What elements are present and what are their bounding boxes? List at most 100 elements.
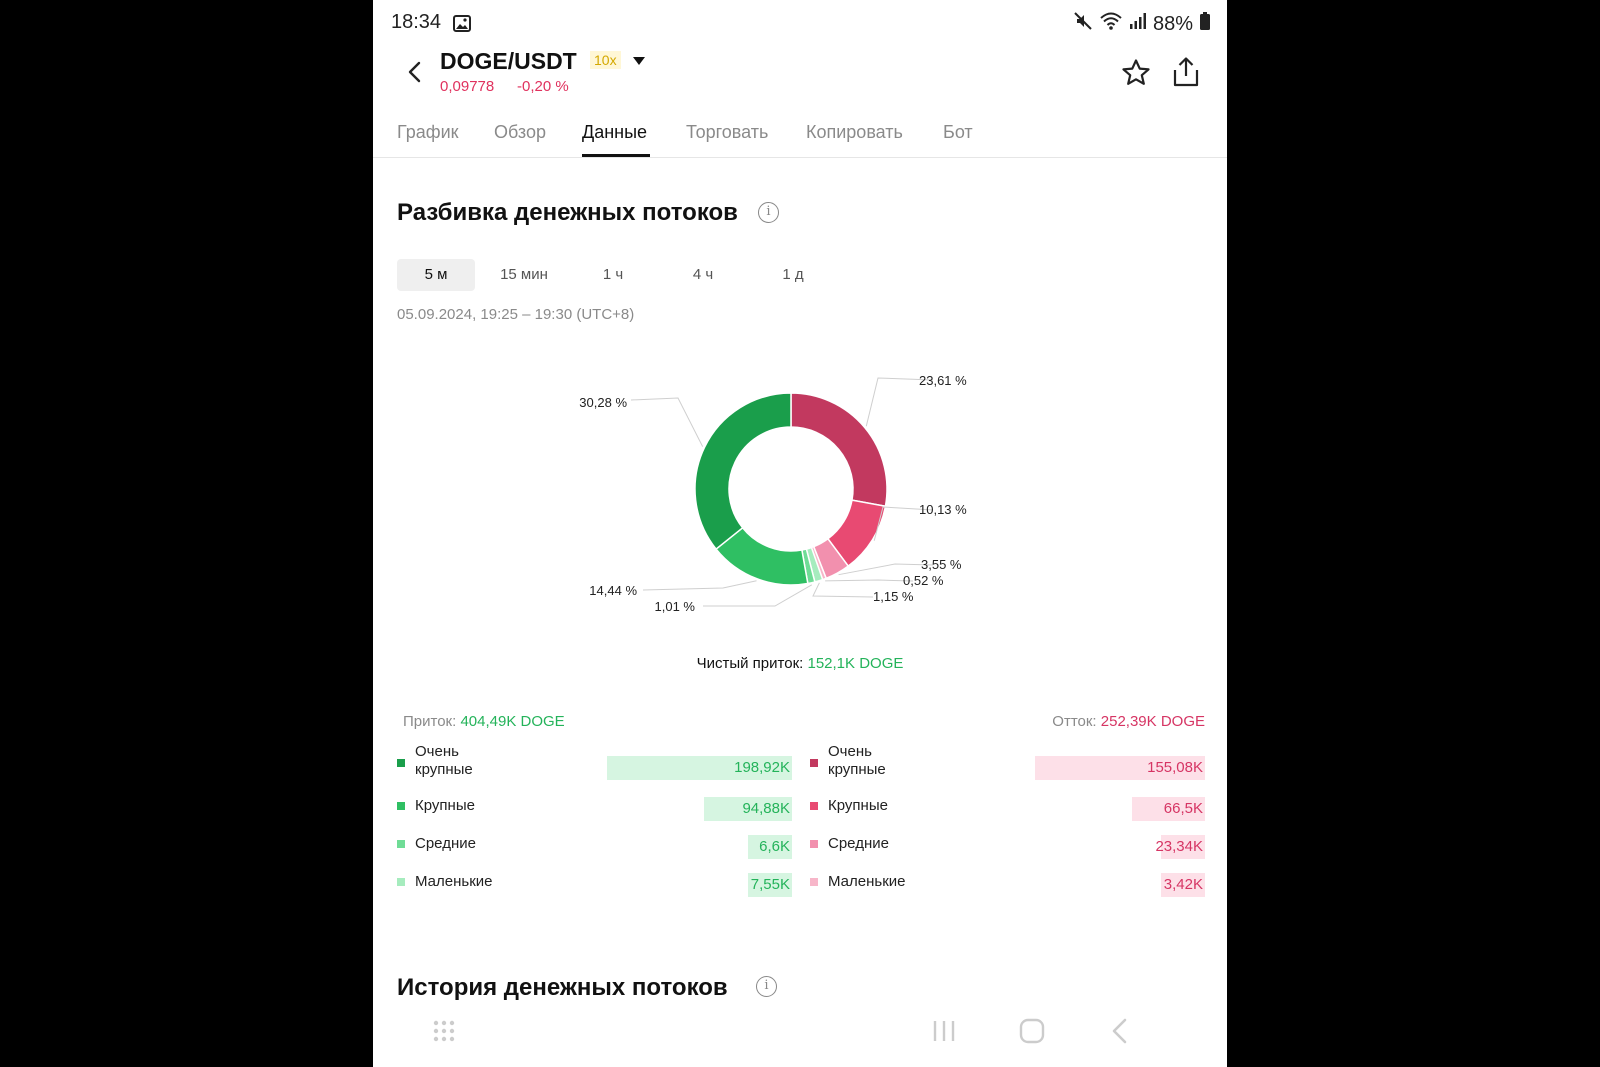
- flow-bar: 7,55K: [748, 873, 792, 897]
- donut-slice: [790, 392, 888, 508]
- active-tab-indicator: [582, 154, 650, 157]
- favorite-star-icon[interactable]: [1121, 58, 1151, 93]
- tab-overview[interactable]: Обзор: [494, 122, 546, 143]
- mute-icon: [1073, 11, 1093, 37]
- donut-slice-label: 1,01 %: [655, 599, 696, 614]
- donut-slice-label: 1,15 %: [873, 589, 914, 604]
- flow-row-label: Крупные: [415, 797, 475, 814]
- flow-row: Очень крупные 155,08K: [810, 743, 1205, 780]
- share-icon[interactable]: [1171, 56, 1201, 93]
- period-1h[interactable]: 1 ч: [583, 259, 643, 291]
- donut-leader-line: [642, 580, 757, 591]
- legend-swatch: [397, 840, 405, 848]
- legend-swatch: [397, 878, 405, 886]
- flow-row-label: Маленькие: [415, 873, 493, 890]
- flow-bar: 6,6K: [748, 835, 792, 859]
- tab-copy[interactable]: Копировать: [806, 122, 903, 143]
- history-title: История денежных потоков: [397, 974, 728, 1001]
- legend-swatch: [810, 802, 818, 810]
- legend-swatch: [810, 759, 818, 767]
- donut-slice-label: 3,55 %: [921, 557, 962, 572]
- donut-leader-line: [812, 582, 874, 598]
- status-time: 18:34: [391, 11, 442, 33]
- donut-slice-label: 30,28 %: [579, 395, 627, 410]
- home-icon[interactable]: [1019, 1018, 1045, 1049]
- inflow-header: Приток: 404,49K DOGE: [403, 713, 565, 730]
- flow-row: Крупные 94,88K: [397, 794, 792, 821]
- date-range: 05.09.2024, 19:25 – 19:30 (UTC+8): [397, 306, 635, 323]
- period-1d[interactable]: 1 д: [763, 259, 823, 291]
- flow-bar: 23,34K: [1155, 835, 1205, 859]
- inflow-value: 404,49K DOGE: [460, 713, 565, 730]
- outflow-header: Отток: 252,39K DOGE: [1052, 713, 1205, 730]
- breakdown-title: Разбивка денежных потоков: [397, 199, 738, 226]
- flow-bar: 198,92K: [607, 756, 792, 780]
- flow-bar: 3,42K: [1161, 873, 1205, 897]
- flow-row: Средние 23,34K: [810, 832, 1205, 859]
- donut-slice-label: 0,52 %: [903, 573, 944, 588]
- donut-leader-line: [825, 579, 914, 582]
- legend-swatch: [397, 759, 405, 767]
- price-change: -0,20 %: [517, 78, 569, 95]
- flow-bar-value: 3,42K: [1163, 876, 1203, 893]
- donut-slice-label: 14,44 %: [589, 583, 637, 598]
- recent-apps-icon[interactable]: [931, 1018, 957, 1049]
- phone-screen: 18:34 88% DOGE/USDT 10x 0,09778 -0,20 % …: [373, 0, 1227, 1067]
- tab-bar: График Обзор Данные Торговать Копировать…: [373, 118, 1227, 158]
- system-nav-bar: [373, 1010, 1227, 1058]
- flow-row-label: Средние: [415, 835, 476, 852]
- donut-leader-line: [630, 397, 704, 447]
- flow-bar-value: 66,5K: [1163, 800, 1203, 817]
- system-back-icon[interactable]: [1109, 1018, 1131, 1049]
- period-5m[interactable]: 5 м: [397, 259, 475, 291]
- legend-swatch: [810, 878, 818, 886]
- flow-row-label: Средние: [828, 835, 889, 852]
- net-inflow-label: Чистый приток:: [696, 655, 804, 672]
- flow-row: Маленькие 3,42K: [810, 870, 1205, 897]
- flow-bar: 94,88K: [703, 797, 792, 821]
- flow-donut-chart: 23,61 % 10,13 % 3,55 %0,52 %1,15 % 1,01 % 14…: [579, 373, 967, 614]
- flow-row: Средние 6,6K: [397, 832, 792, 859]
- flow-bar: 155,08K: [1035, 756, 1205, 780]
- gallery-icon: [453, 15, 471, 37]
- battery-level: 88%: [1152, 12, 1193, 35]
- wifi-icon: [1099, 11, 1123, 37]
- flow-row: Крупные 66,5K: [810, 794, 1205, 821]
- pair-title[interactable]: DOGE/USDT: [440, 48, 577, 75]
- flow-row-label: Маленькие: [828, 873, 906, 890]
- flow-bar: 66,5K: [1132, 797, 1205, 821]
- outflow-label: Отток:: [1052, 713, 1097, 730]
- donut-slice: [694, 392, 792, 551]
- tab-trade[interactable]: Торговать: [686, 122, 768, 143]
- net-inflow-value: 152,1K DOGE: [807, 655, 904, 672]
- flow-row: Маленькие 7,55K: [397, 870, 792, 897]
- flow-bar-value: 155,08K: [1147, 759, 1203, 776]
- signal-icon: [1129, 12, 1147, 36]
- battery-icon: [1199, 12, 1211, 36]
- flow-bar-value: 6,6K: [759, 838, 790, 855]
- tab-bot[interactable]: Бот: [943, 122, 973, 143]
- outflow-value: 252,39K DOGE: [1100, 713, 1205, 730]
- apps-grid-icon[interactable]: [433, 1020, 455, 1047]
- history-info-icon[interactable]: i: [756, 976, 777, 997]
- net-inflow: Чистый приток: 152,1K DOGE: [373, 655, 1227, 672]
- legend-swatch: [810, 840, 818, 848]
- flow-row-label: Очень крупные: [828, 743, 886, 778]
- tab-data[interactable]: Данные: [582, 122, 647, 143]
- flow-bar-value: 198,92K: [734, 759, 790, 776]
- pair-header: DOGE/USDT 10x 0,09778 -0,20 %: [373, 44, 1227, 104]
- period-15m[interactable]: 15 мин: [489, 259, 559, 291]
- flow-bar-value: 94,88K: [742, 800, 790, 817]
- tab-chart[interactable]: График: [397, 122, 459, 143]
- legend-swatch: [397, 802, 405, 810]
- period-4h[interactable]: 4 ч: [673, 259, 733, 291]
- donut-slice-label: 10,13 %: [919, 502, 967, 517]
- flow-row: Очень крупные 198,92K: [397, 743, 792, 780]
- flow-row-label: Очень крупные: [415, 743, 473, 778]
- flow-row-label: Крупные: [828, 797, 888, 814]
- back-arrow-icon[interactable]: [401, 58, 429, 86]
- breakdown-info-icon[interactable]: i: [758, 202, 779, 223]
- inflow-label: Приток:: [403, 713, 457, 730]
- last-price: 0,09778: [440, 78, 495, 95]
- chevron-down-icon[interactable]: [632, 53, 646, 71]
